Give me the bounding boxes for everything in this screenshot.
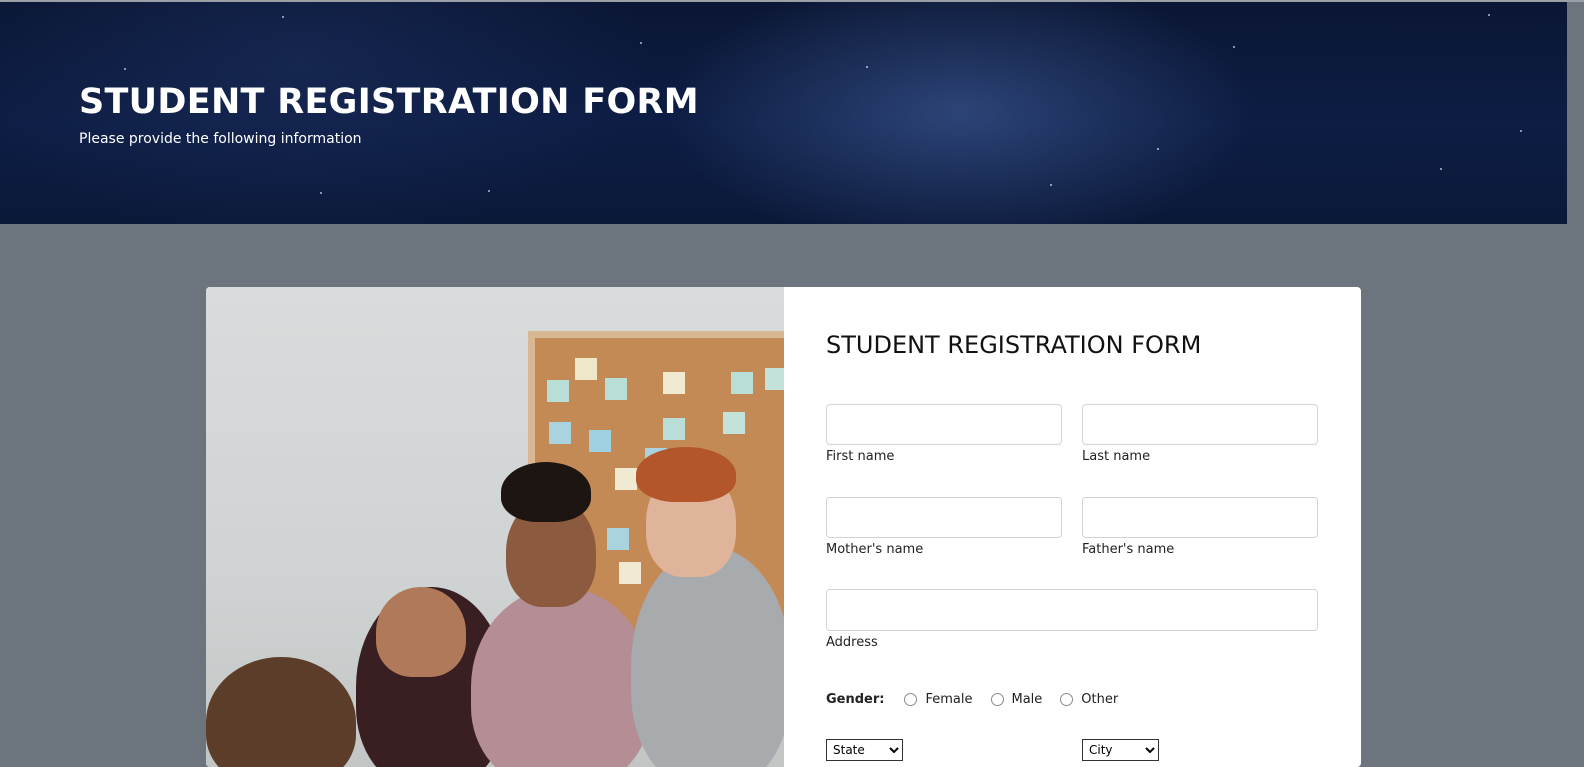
- star-decoration: [866, 66, 868, 68]
- registration-form: STUDENT REGISTRATION FORM First name Las…: [784, 287, 1361, 767]
- sticky-note: [575, 358, 597, 380]
- last-name-label: Last name: [1082, 449, 1151, 464]
- star-decoration: [1157, 148, 1159, 150]
- other-radio[interactable]: [1060, 692, 1074, 706]
- star-decoration: [1050, 184, 1052, 186]
- male-radio-label: Male: [1011, 691, 1043, 707]
- sticky-note: [663, 418, 685, 440]
- star-decoration: [640, 42, 642, 44]
- other-radio-label: Other: [1081, 691, 1119, 707]
- page-scrollbar[interactable]: [1567, 2, 1584, 758]
- form-title: STUDENT REGISTRATION FORM: [826, 331, 1202, 359]
- students-photo: [206, 287, 784, 767]
- gender-group: Gender: Female Male Other: [826, 688, 1136, 710]
- star-decoration: [488, 190, 490, 192]
- gender-option-other[interactable]: Other: [1060, 692, 1118, 707]
- star-decoration: [1440, 168, 1442, 170]
- hero-title: STUDENT REGISTRATION FORM: [79, 82, 699, 122]
- star-decoration: [1233, 46, 1235, 48]
- fathers-name-input[interactable]: [1082, 497, 1318, 538]
- fathers-name-label: Father's name: [1082, 542, 1175, 557]
- mothers-name-input[interactable]: [826, 497, 1062, 538]
- student-hair: [636, 447, 736, 502]
- address-label: Address: [826, 635, 878, 650]
- sticky-note: [549, 422, 571, 444]
- student-hair: [501, 462, 591, 522]
- sticky-note: [589, 430, 611, 452]
- hero-subtitle: Please provide the following information: [79, 131, 362, 147]
- first-name-input[interactable]: [826, 404, 1062, 445]
- gender-label: Gender:: [826, 691, 885, 707]
- star-decoration: [1488, 14, 1490, 16]
- last-name-input[interactable]: [1082, 404, 1318, 445]
- hero-banner: STUDENT REGISTRATION FORM Please provide…: [0, 2, 1567, 224]
- gender-option-female[interactable]: Female: [904, 691, 973, 707]
- mothers-name-label: Mother's name: [826, 542, 924, 557]
- student-figure: [206, 657, 356, 767]
- sticky-note: [547, 380, 569, 402]
- female-radio-label: Female: [925, 691, 973, 707]
- sticky-note: [663, 372, 685, 394]
- star-decoration: [320, 192, 322, 194]
- sticky-note: [723, 412, 745, 434]
- sticky-note: [605, 378, 627, 400]
- star-decoration: [124, 68, 126, 70]
- sticky-note: [731, 372, 753, 394]
- sticky-note: [619, 562, 641, 584]
- student-face: [376, 587, 466, 677]
- first-name-label: First name: [826, 449, 895, 464]
- star-decoration: [1520, 130, 1522, 132]
- address-input[interactable]: [826, 589, 1318, 631]
- registration-card: STUDENT REGISTRATION FORM First name Las…: [206, 287, 1361, 767]
- female-radio[interactable]: [904, 692, 918, 706]
- star-decoration: [282, 16, 284, 18]
- male-radio[interactable]: [990, 692, 1004, 706]
- sticky-note: [607, 528, 629, 550]
- sticky-note: [765, 368, 784, 390]
- sticky-note: [615, 468, 637, 490]
- gender-option-male[interactable]: Male: [990, 691, 1043, 707]
